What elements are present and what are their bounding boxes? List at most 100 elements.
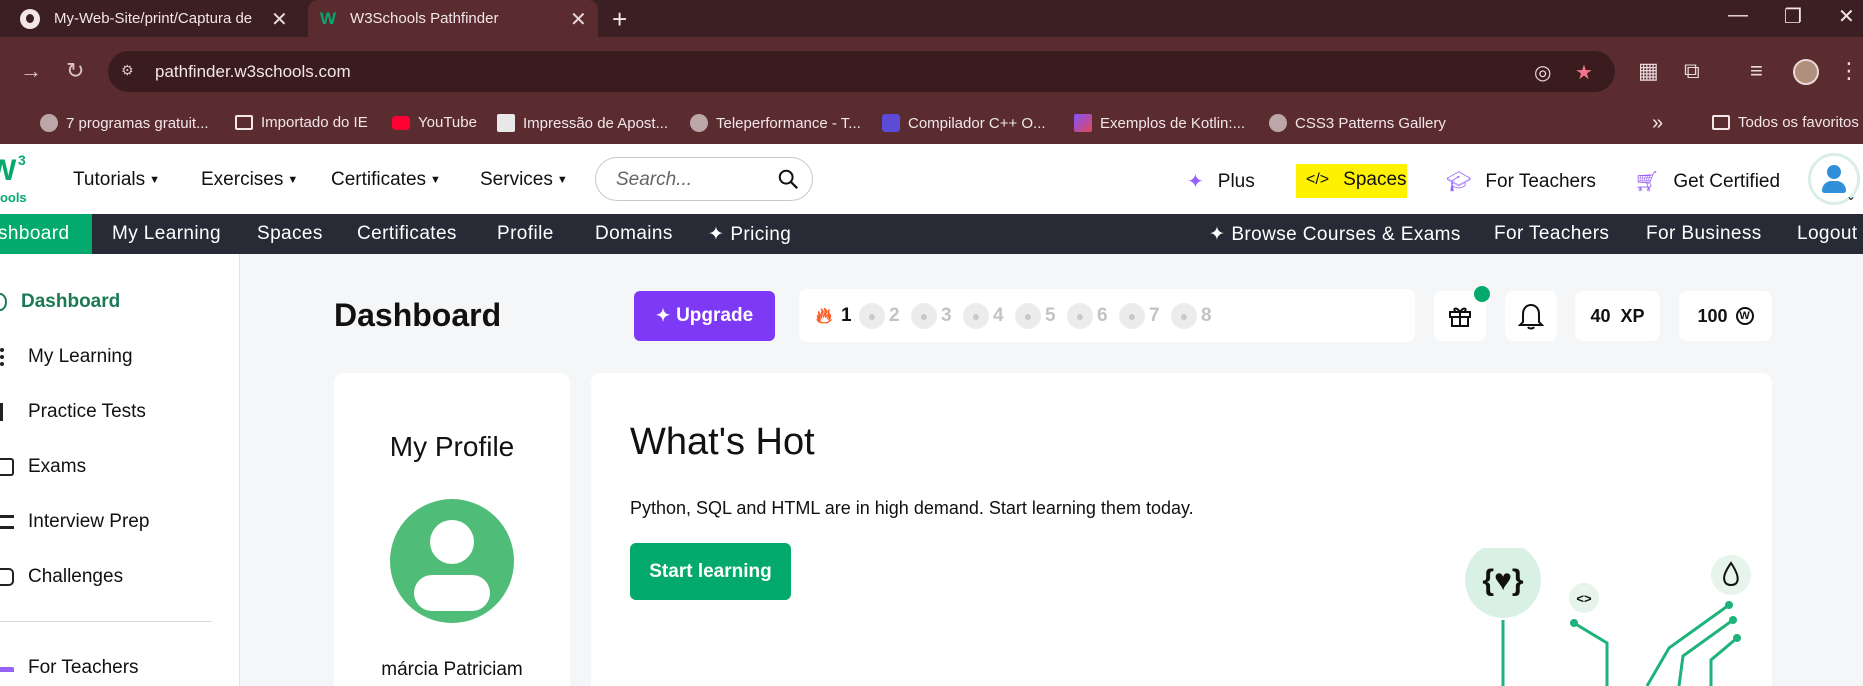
notifications-button[interactable]: [1505, 291, 1557, 341]
sidebar-item-dashboard[interactable]: Dashboard: [0, 291, 120, 313]
w3schools-logo[interactable]: W 3 hools: [0, 152, 36, 208]
browser-profile-avatar[interactable]: [1793, 59, 1819, 85]
graduation-cap-icon: [0, 664, 14, 672]
close-icon[interactable]: ✕: [570, 7, 587, 32]
subnav-for-business[interactable]: For Business: [1646, 223, 1762, 245]
bookmark-item[interactable]: 7 programas gratuit...: [40, 114, 209, 132]
bookmark-item[interactable]: YouTube: [392, 114, 477, 131]
bookmark-item[interactable]: Exemplos de Kotlin:...: [1074, 114, 1245, 132]
streak-day: ● 8: [1171, 303, 1212, 329]
subnav-browse-courses[interactable]: ✦ Browse Courses & Exams: [1209, 223, 1461, 246]
subnav-my-learning[interactable]: My Learning: [112, 223, 221, 245]
nav-services[interactable]: Services ▼: [480, 169, 568, 191]
more-bookmarks-icon[interactable]: »: [1652, 112, 1663, 135]
qr-code-icon[interactable]: ▦: [1638, 58, 1659, 84]
nav-get-certified[interactable]: 🛒︎ Get Certified: [1634, 169, 1780, 194]
coins-counter[interactable]: 100 W: [1679, 291, 1772, 341]
subnav-spaces[interactable]: Spaces: [257, 223, 323, 245]
sidebar-divider: [0, 621, 212, 622]
subnav-certificates[interactable]: Certificates: [357, 223, 457, 245]
media-icon[interactable]: ≡: [1750, 58, 1763, 84]
page-title: Dashboard: [334, 297, 502, 333]
nav-exercises[interactable]: Exercises ▼: [201, 169, 298, 191]
close-icon[interactable]: ✕: [271, 7, 288, 32]
nav-for-teachers[interactable]: 🎓︎ For Teachers: [1446, 169, 1596, 194]
sidebar-item-practice-tests[interactable]: Practice Tests: [0, 401, 146, 423]
subnav-for-teachers[interactable]: For Teachers: [1494, 223, 1609, 245]
restore-icon[interactable]: ❐: [1784, 4, 1802, 29]
bookmark-star-icon[interactable]: ★: [1575, 60, 1593, 85]
nav-certificates[interactable]: Certificates ▼: [331, 169, 441, 191]
search-box[interactable]: [595, 157, 813, 201]
bookmark-item[interactable]: Importado do IE: [235, 114, 368, 131]
xp-counter[interactable]: 40 XP: [1575, 291, 1660, 341]
youtube-icon: [392, 115, 410, 130]
forward-icon[interactable]: →: [20, 58, 42, 84]
nav-plus[interactable]: ✦ Plus: [1187, 169, 1255, 194]
subnav-dashboard[interactable]: shboard: [0, 223, 69, 245]
subnav-domains[interactable]: Domains: [595, 223, 673, 245]
minimize-icon[interactable]: —: [1728, 4, 1748, 27]
bookmark-item[interactable]: CSS3 Patterns Gallery: [1269, 114, 1446, 132]
sidebar-item-for-teachers[interactable]: For Teachers: [0, 657, 139, 679]
code-icon: </>: [1306, 171, 1330, 188]
profile-title: My Profile: [389, 431, 515, 462]
profile-avatar-icon[interactable]: [390, 499, 514, 623]
chevron-down-icon[interactable]: ⌄: [1846, 189, 1856, 203]
menu-icon[interactable]: ⋮: [1838, 58, 1860, 84]
eye-slash-icon[interactable]: ◎: [1534, 60, 1551, 85]
subnav-pricing[interactable]: ✦ Pricing: [708, 223, 791, 246]
drop-icon: ●: [1171, 303, 1197, 329]
notification-dot: [1474, 286, 1490, 302]
window-close-icon[interactable]: ✕: [1838, 4, 1855, 29]
browser-tab-github[interactable]: My-Web-Site/print/Captura de ✕: [0, 0, 306, 37]
cart-icon: 🛒︎: [1634, 171, 1660, 193]
site-header: W 3 hools Tutorials▼ Exercises▼ Certific…: [0, 144, 1863, 214]
bookmark-item[interactable]: Teleperformance - T...: [690, 114, 861, 132]
site-info-icon[interactable]: ⚙: [121, 62, 139, 80]
bookmark-item[interactable]: Impressão de Apost...: [497, 114, 668, 132]
streak-day: ● 3: [911, 303, 952, 329]
url-text[interactable]: pathfinder.w3schools.com: [155, 62, 351, 82]
caret-down-icon: ▼: [556, 174, 568, 186]
drop-icon: ●: [1067, 303, 1093, 329]
sub-navigation: shboard My Learning Spaces Certificates …: [0, 214, 1863, 254]
tab-title: My-Web-Site/print/Captura de: [54, 10, 253, 27]
subnav-logout[interactable]: Logout: [1797, 223, 1858, 245]
subnav-profile[interactable]: Profile: [497, 223, 554, 245]
drop-icon: ●: [1015, 303, 1041, 329]
browser-tab-w3schools[interactable]: W W3Schools Pathfinder ✕: [308, 0, 598, 37]
sidebar-item-interview-prep[interactable]: Interview Prep: [0, 511, 149, 533]
bookmark-item[interactable]: Compilador C++ O...: [882, 114, 1046, 132]
code-icon: <>: [1576, 591, 1592, 606]
interview-icon: [0, 515, 14, 529]
exams-icon: [0, 458, 14, 476]
bookmarks-bar: 7 programas gratuit... Importado do IE Y…: [0, 104, 1863, 142]
whats-hot-card: What's Hot Python, SQL and HTML are in h…: [591, 373, 1772, 686]
gift-icon: [1449, 307, 1471, 327]
nav-spaces[interactable]: </> Spaces: [1306, 169, 1407, 191]
start-learning-button[interactable]: Start learning: [630, 543, 791, 600]
reload-icon[interactable]: ↻: [66, 58, 84, 84]
streak-day: ● 6: [1067, 303, 1108, 329]
browser-tabstrip: My-Web-Site/print/Captura de ✕ W W3Schoo…: [0, 0, 1863, 37]
puzzle-icon: [0, 568, 14, 586]
sidebar-item-my-learning[interactable]: My Learning: [0, 346, 133, 368]
caret-down-icon: ▼: [149, 174, 161, 186]
streak-day: ● 4: [963, 303, 1004, 329]
sidebar-item-exams[interactable]: Exams: [0, 456, 86, 478]
new-tab-icon[interactable]: +: [612, 4, 627, 35]
streak-day: ● 7: [1119, 303, 1160, 329]
extensions-icon[interactable]: ⧉: [1684, 58, 1700, 84]
sidebar-item-challenges[interactable]: Challenges: [0, 566, 123, 588]
search-icon[interactable]: [777, 168, 799, 190]
search-input[interactable]: [616, 169, 766, 191]
nav-tutorials[interactable]: Tutorials ▼: [73, 169, 160, 191]
github-icon: [20, 8, 40, 29]
upgrade-button[interactable]: ✦ Upgrade: [634, 291, 775, 341]
profile-card: My Profile márcia Patriciam: [334, 373, 570, 686]
practice-tests-icon: [0, 403, 14, 421]
streak-day: ● 2: [859, 303, 900, 329]
all-bookmarks-folder[interactable]: Todos os favoritos: [1712, 114, 1859, 131]
drop-icon: ●: [1119, 303, 1145, 329]
